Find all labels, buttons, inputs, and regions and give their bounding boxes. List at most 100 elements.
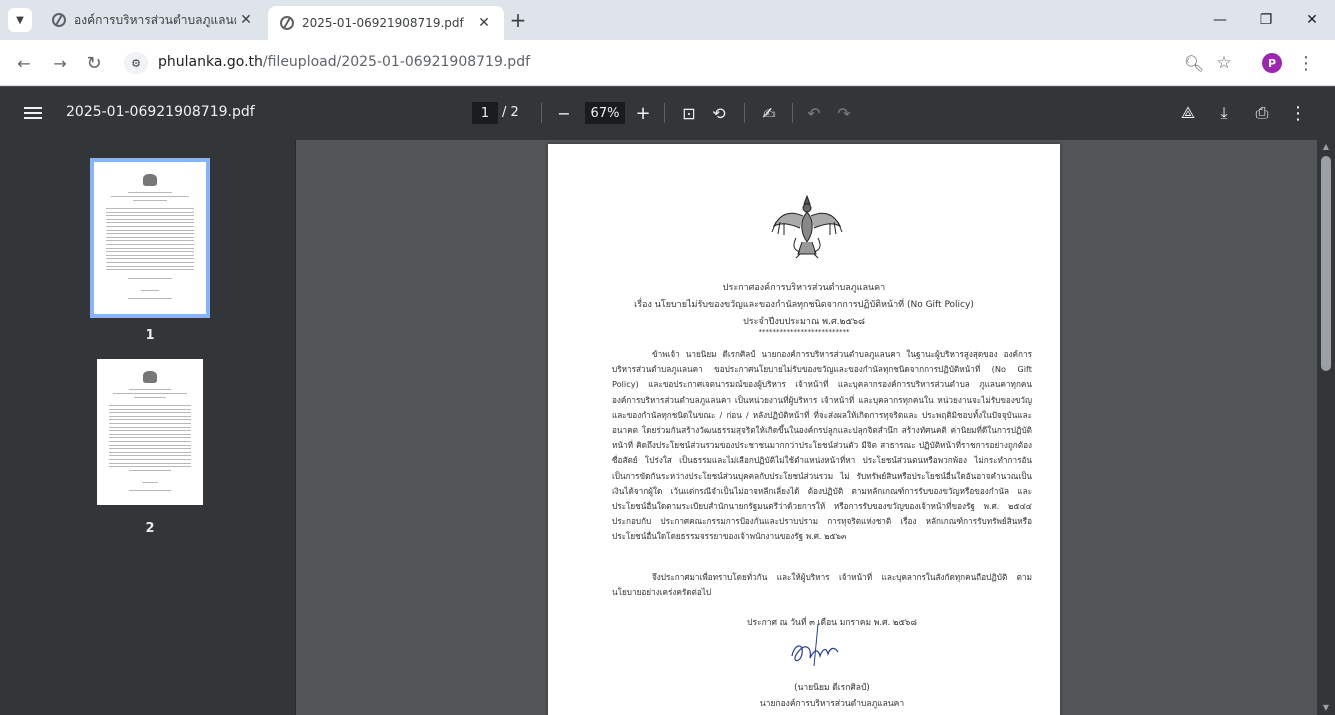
thumbnail-text-line: [106, 269, 194, 271]
page-number-input[interactable]: 1: [472, 102, 498, 124]
redo-button[interactable]: ↷: [832, 101, 856, 125]
divider: [792, 103, 793, 123]
browser-menu-button[interactable]: ⋮: [1294, 51, 1318, 75]
scroll-down-icon[interactable]: ▼: [1320, 703, 1332, 713]
pdf-toolbar: 2025-01-06921908719.pdf 1 / 2 − 67% + ⊡ …: [0, 87, 1335, 140]
arrow-right-icon: →: [53, 53, 67, 73]
back-button[interactable]: ←: [10, 49, 38, 77]
doc-closing: จึงประกาศมาเพื่อทราบโดยทั่วกัน และให้ผู้…: [612, 572, 1032, 598]
thumbnail-text-line: [106, 258, 194, 260]
thumbnail-text-line: [106, 247, 194, 249]
thumbnail-emblem: [143, 371, 157, 383]
thumbnail-text-line: [106, 229, 194, 231]
thumbnail-text-line: [109, 412, 191, 414]
thumbnail-text-line: [109, 451, 191, 453]
thumbnail-text-line: [109, 430, 191, 432]
close-window-button[interactable]: ✕: [1289, 0, 1335, 40]
signature: [791, 623, 839, 667]
page-thumbnail-1[interactable]: [90, 158, 210, 318]
doc-heading-3: ประจำปีงบประมาณ พ.ศ.๒๕๖๘: [743, 317, 865, 327]
more-vert-icon: ⋮: [1297, 52, 1315, 74]
scroll-up-icon[interactable]: ▲: [1320, 142, 1332, 152]
thumbnail-text-line: [141, 290, 159, 291]
document-title: 2025-01-06921908719.pdf: [66, 104, 255, 120]
thumbnail-text-line: [109, 459, 191, 460]
url-host: phulanka.go.th: [158, 54, 263, 70]
more-vert-icon: ⋮: [1289, 102, 1307, 124]
pdf-more-button[interactable]: ⋮: [1286, 101, 1310, 125]
profile-avatar[interactable]: P: [1262, 53, 1282, 73]
thumbnail-text-line: [106, 211, 194, 213]
fit-page-icon: ⊡: [682, 103, 696, 123]
close-icon[interactable]: ✕: [474, 13, 494, 33]
thumbnail-text-line: [110, 196, 190, 197]
thumbnail-text-line: [109, 419, 191, 421]
thumbnail-text-line: [127, 278, 173, 279]
thumbnail-text-line: [106, 233, 194, 235]
thumbnail-text-line: [106, 208, 194, 209]
thumbnail-text-line: [106, 262, 194, 263]
thumbnail-text-line: [109, 415, 191, 417]
drive-save-button[interactable]: ⟁: [1176, 101, 1200, 125]
thumbnail-text-line: [109, 437, 191, 439]
signer-name: (นายนิยม ดีเรกศิลป์): [794, 683, 870, 693]
globe-icon: [280, 16, 294, 30]
thumbnail-text-line: [106, 265, 194, 267]
tab-pdf[interactable]: 2025-01-06921908719.pdf ✕: [268, 6, 504, 40]
bookmark-button[interactable]: ☆: [1212, 51, 1236, 75]
printer-icon: ⎙: [1255, 103, 1269, 122]
new-tab-button[interactable]: +: [506, 8, 530, 32]
thumbnail-text-line: [109, 444, 191, 446]
reload-button[interactable]: ↻: [80, 49, 108, 77]
thumbnail-sidebar: 1 2: [0, 140, 296, 715]
chevron-down-icon: ▼: [16, 14, 24, 26]
zoom-in-button[interactable]: +: [631, 101, 655, 125]
download-button[interactable]: ⤓: [1212, 101, 1236, 125]
zoom-level-input[interactable]: 67%: [585, 102, 625, 124]
thumbnail-text-line: [109, 433, 191, 435]
thumbnail-text-line: [141, 481, 159, 483]
site-info-button[interactable]: ⚙: [124, 52, 148, 74]
minimize-button[interactable]: —: [1197, 0, 1243, 40]
thumbnail-text-line: [106, 226, 194, 227]
arrow-left-icon: ←: [17, 53, 31, 73]
thumbnail-label: 2: [145, 521, 155, 536]
magnifier-icon: 🔍︎: [1183, 53, 1205, 73]
annotate-button[interactable]: ✍: [757, 101, 781, 125]
vertical-scrollbar[interactable]: ▲ ▼: [1317, 140, 1335, 715]
thumbnail-text-line: [106, 236, 194, 238]
page-thumbnail-2[interactable]: [97, 359, 203, 505]
thumbnail-text-line: [106, 244, 194, 245]
undo-icon: ↶: [807, 103, 821, 123]
thumbnail-text-line: [106, 251, 194, 253]
thumbnail-text-line: [127, 192, 173, 193]
sidebar-toggle-button[interactable]: [24, 104, 42, 122]
tab-phulanka[interactable]: องค์การบริหารส่วนตำบลภูแลนคา อำเ ✕: [42, 4, 266, 36]
redo-icon: ↷: [837, 103, 851, 123]
garuda-emblem: [771, 194, 843, 259]
browser-toolbar: ← → ↻ ⚙ phulanka.go.th/fileupload/2025-0…: [0, 40, 1335, 86]
thumbnail-text-line: [128, 470, 172, 472]
zoom-out-button[interactable]: −: [552, 101, 576, 125]
rotate-button[interactable]: ⟲: [707, 101, 731, 125]
thumbnail-text-line: [127, 298, 173, 299]
url-text[interactable]: phulanka.go.th/fileupload/2025-01-069219…: [158, 54, 530, 70]
thumbnail-text-line: [106, 218, 194, 220]
undo-button[interactable]: ↶: [802, 101, 826, 125]
thumbnail-text-line: [128, 489, 172, 491]
globe-icon: [52, 13, 66, 27]
minus-icon: −: [557, 103, 571, 123]
print-button[interactable]: ⎙: [1250, 101, 1274, 125]
close-icon[interactable]: ✕: [236, 10, 256, 30]
divider: [664, 103, 665, 123]
thumbnail-text-line: [106, 240, 194, 242]
pdf-viewer[interactable]: ประกาศองค์การบริหารส่วนตำบลภูแลนคา เรื่อ…: [296, 140, 1317, 715]
restore-button[interactable]: ❐: [1243, 0, 1289, 40]
tab-search-button[interactable]: ▼: [8, 8, 32, 32]
forward-button[interactable]: →: [46, 49, 74, 77]
thumbnail-text-line: [106, 222, 194, 224]
fit-page-button[interactable]: ⊡: [677, 101, 701, 125]
scrollbar-thumb[interactable]: [1321, 156, 1331, 371]
thumbnail-label: 1: [145, 328, 155, 343]
zoom-button[interactable]: 🔍︎: [1182, 51, 1206, 75]
